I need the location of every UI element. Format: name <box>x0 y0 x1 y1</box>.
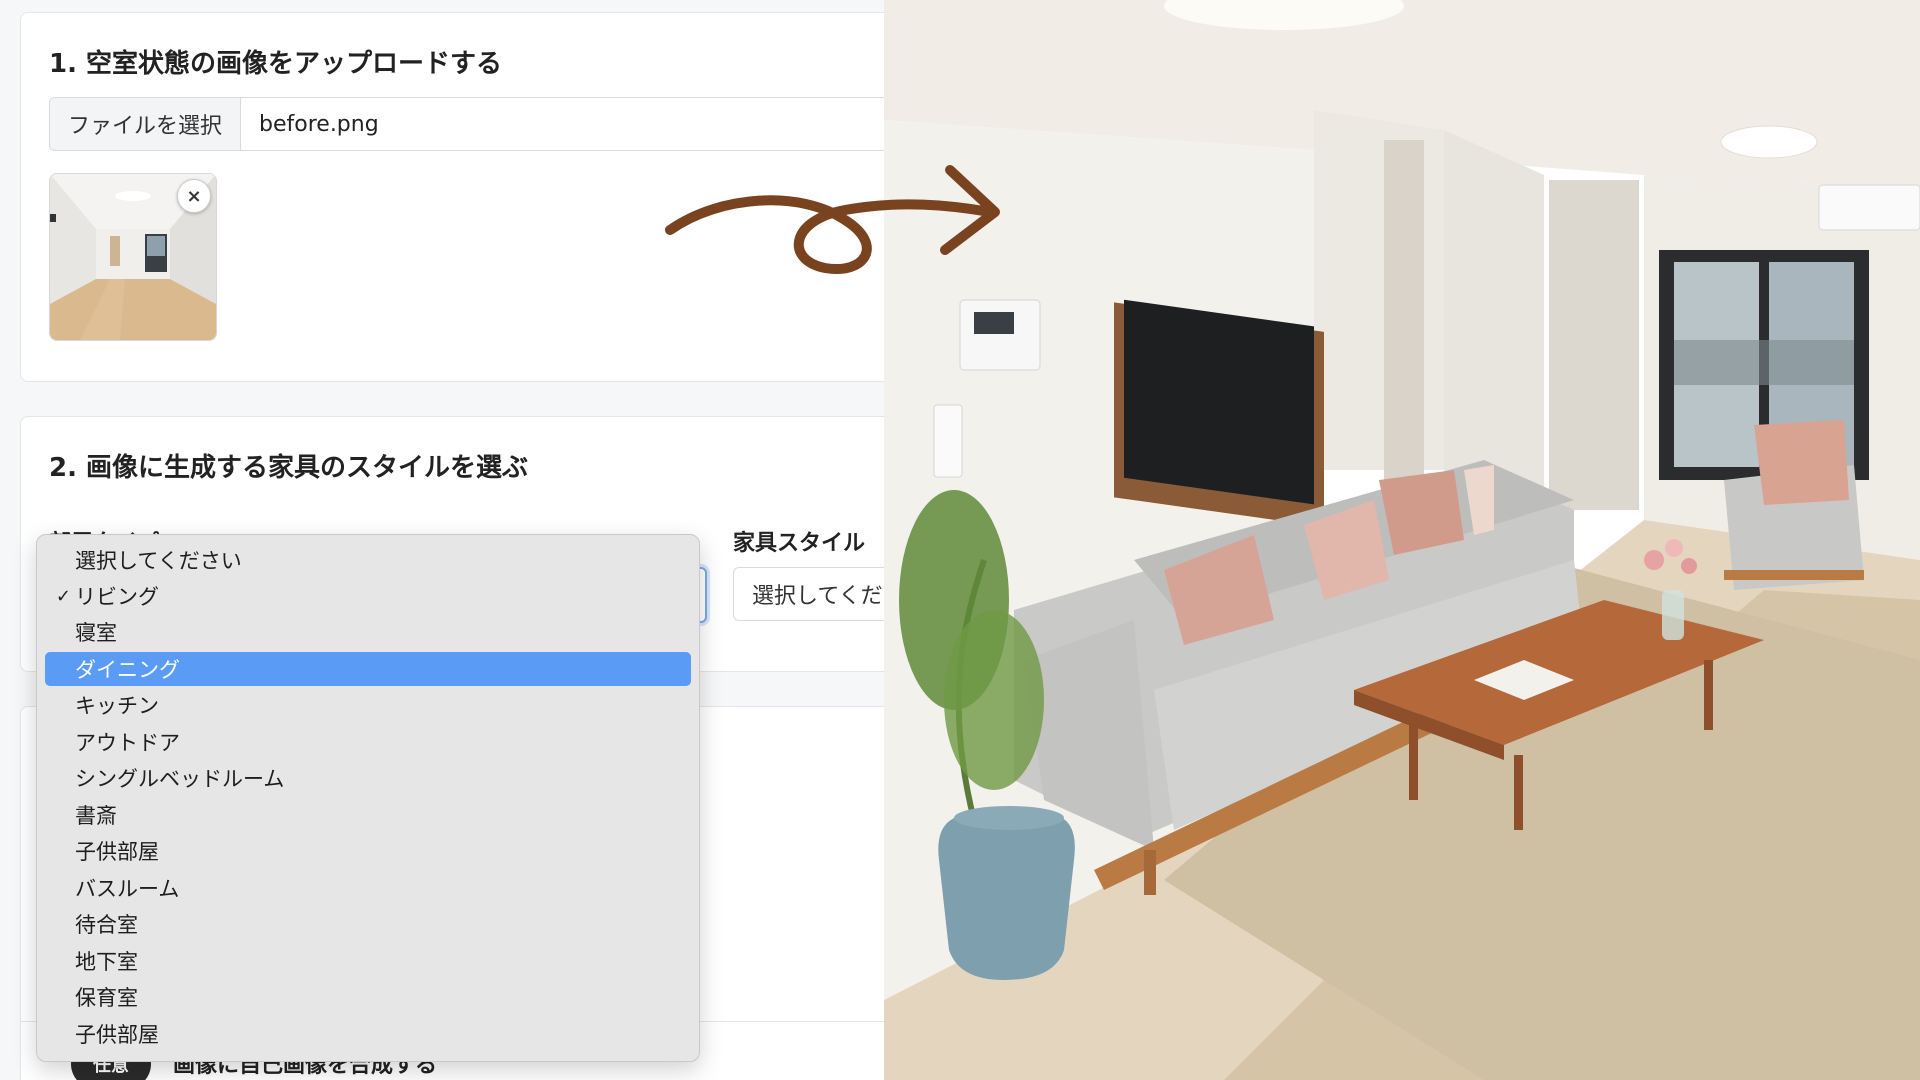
dropdown-option-selected[interactable]: ✓ リビング <box>45 579 691 613</box>
dropdown-option[interactable]: バスルーム <box>45 871 691 905</box>
dropdown-option[interactable]: 待合室 <box>45 907 691 941</box>
dropdown-option[interactable]: 子供部屋 <box>45 834 691 868</box>
dropdown-option[interactable]: 保育室 <box>45 980 691 1014</box>
dropdown-option[interactable]: 書斎 <box>45 798 691 832</box>
dropdown-option[interactable]: 寝室 <box>45 615 691 649</box>
dropdown-option[interactable]: シングルベッドルーム <box>45 761 691 795</box>
remove-image-button[interactable]: × <box>177 179 211 213</box>
file-input[interactable]: ファイルを選択 before.png <box>49 97 884 151</box>
furniture-style-value: 選択してくだ <box>752 584 883 609</box>
room-type-dropdown-menu: 選択してください ✓ リビング 寝室 ダイニング キッチン アウトドア シングル… <box>36 534 700 1062</box>
dropdown-option-highlighted[interactable]: ダイニング <box>45 652 691 686</box>
furniture-style-select[interactable]: 選択してくだ <box>733 567 884 621</box>
dropdown-option[interactable]: 地下室 <box>45 944 691 978</box>
dropdown-option[interactable]: キッチン <box>45 688 691 722</box>
choose-file-button[interactable]: ファイルを選択 <box>50 98 242 150</box>
dropdown-option[interactable]: 子供部屋 <box>45 1017 691 1051</box>
dropdown-option[interactable]: 選択してください <box>45 543 691 577</box>
dropdown-option[interactable]: アウトドア <box>45 725 691 759</box>
staged-living-room-image <box>884 0 1920 1080</box>
close-icon: × <box>186 185 202 207</box>
file-name: before.png <box>259 111 379 137</box>
furnished-room-result-image <box>884 0 1920 1080</box>
upload-section-title: 1. 空室状態の画像をアップロードする <box>49 49 503 79</box>
curly-arrow-icon <box>665 165 1000 274</box>
check-icon: ✓ <box>55 585 71 607</box>
furniture-style-label: 家具スタイル <box>733 531 866 556</box>
style-section-title: 2. 画像に生成する家具のスタイルを選ぶ <box>49 453 529 483</box>
